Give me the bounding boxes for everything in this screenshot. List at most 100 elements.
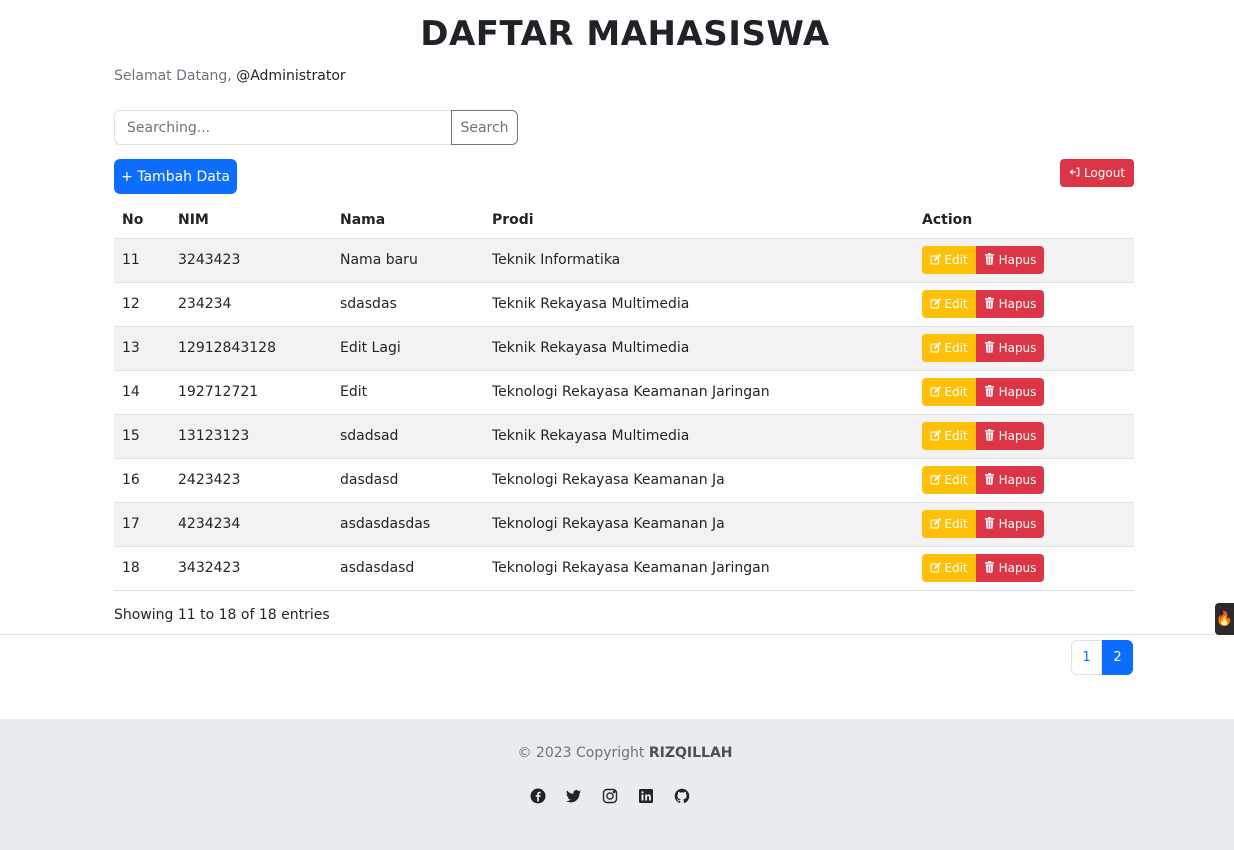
edit-label: Edit [944,297,968,311]
cell-nim: 234234 [170,282,332,327]
edit-icon [930,341,942,355]
edit-button[interactable]: Edit [922,378,976,406]
edit-label: Edit [944,253,968,267]
table-row: 18 3432423 asdasdasd Teknologi Rekayasa Kea… [114,546,1134,591]
hapus-label: Hapus [998,253,1037,267]
trash-icon [984,429,995,443]
edit-label: Edit [944,429,968,443]
table-row: 12 234234 sdasdas Teknik Rekayasa Multimedi… [114,282,1134,327]
table-row: 13 12912843128 Edit Lagi Teknik Rekayasa Mu… [114,326,1134,371]
cell-nama: Edit [332,370,484,415]
trash-icon [984,517,995,531]
cell-prodi: Teknologi Rekayasa Keamanan Ja [484,458,914,503]
delete-button[interactable]: Hapus [976,378,1044,406]
divider [0,634,1234,635]
cell-action: Edit Hapus [914,546,1134,591]
footer: © 2023 Copyright RIZQILLAH [0,719,1234,850]
instagram-icon[interactable] [602,788,618,804]
delete-button[interactable]: Hapus [976,334,1044,362]
delete-button[interactable]: Hapus [976,290,1044,318]
cell-no: 18 [114,546,170,591]
column-header-no: No [114,202,170,239]
row-actions: Edit Hapus [922,466,1134,494]
cell-action: Edit Hapus [914,502,1134,547]
delete-button[interactable]: Hapus [976,246,1044,274]
cell-no: 12 [114,282,170,327]
trash-icon [984,561,995,575]
cell-no: 15 [114,414,170,459]
edit-button[interactable]: Edit [922,422,976,450]
edit-button[interactable]: Edit [922,510,976,538]
cell-no: 11 [114,238,170,283]
edit-button[interactable]: Edit [922,466,976,494]
cell-no: 14 [114,370,170,415]
cell-nim: 3243423 [170,238,332,283]
table-row: 16 2423423 dasdasd Teknologi Rekayasa Keama… [114,458,1134,503]
trash-icon [984,297,995,311]
delete-button[interactable]: Hapus [976,554,1044,582]
table-header-row: No NIM Nama Prodi Action [114,202,1134,239]
hapus-label: Hapus [998,429,1037,443]
cell-nama: Nama baru [332,238,484,283]
cell-action: Edit Hapus [914,326,1134,371]
table-row: 17 4234234 asdasdasdas Teknologi Rekayasa K… [114,502,1134,547]
cell-nim: 12912843128 [170,326,332,371]
delete-button[interactable]: Hapus [976,422,1044,450]
row-actions: Edit Hapus [922,422,1134,450]
cell-action: Edit Hapus [914,414,1134,459]
edit-button[interactable]: Edit [922,554,976,582]
page-link-1[interactable]: 1 [1071,640,1102,675]
search-button[interactable]: Search [451,110,518,145]
delete-button[interactable]: Hapus [976,466,1044,494]
row-actions: Edit Hapus [922,554,1134,582]
logout-button[interactable]: Logout [1060,159,1134,187]
logout-label: Logout [1083,166,1126,180]
pagination: 1 2 [1071,640,1133,675]
twitter-icon[interactable] [566,788,582,804]
cell-nim: 2423423 [170,458,332,503]
welcome-prefix: Selamat Datang, [114,68,237,84]
cell-prodi: Teknologi Rekayasa Keamanan Jaringan [484,546,914,591]
row-actions: Edit Hapus [922,246,1134,274]
linkedin-icon[interactable] [638,788,654,804]
logout-icon [1069,166,1081,180]
delete-button[interactable]: Hapus [976,510,1044,538]
column-header-prodi: Prodi [484,202,914,239]
edit-label: Edit [944,561,968,575]
add-data-button[interactable]: + Tambah Data [114,159,237,194]
hapus-label: Hapus [998,341,1037,355]
hapus-label: Hapus [998,561,1037,575]
hapus-label: Hapus [998,517,1037,531]
cell-nama: sdasdas [332,282,484,327]
hapus-label: Hapus [998,473,1037,487]
edit-icon [930,473,942,487]
edit-button[interactable]: Edit [922,290,976,318]
cell-no: 16 [114,458,170,503]
welcome-message: Selamat Datang, @Administrator [114,68,346,84]
search-input[interactable] [114,110,451,145]
page-link-2[interactable]: 2 [1102,640,1133,675]
cell-nim: 4234234 [170,502,332,547]
cell-nama: Edit Lagi [332,326,484,371]
table-row: 11 3243423 Nama baru Teknik Informatika Edit… [114,238,1134,283]
cell-prodi: Teknik Rekayasa Multimedia [484,282,914,327]
entries-info: Showing 11 to 18 of 18 entries [114,607,330,623]
cell-no: 17 [114,502,170,547]
github-icon[interactable] [674,788,690,804]
copyright-text: © 2023 Copyright RIZQILLAH [0,745,1234,761]
page-title: DAFTAR MAHASISWA [420,14,830,54]
edit-button[interactable]: Edit [922,334,976,362]
row-actions: Edit Hapus [922,290,1134,318]
cell-nama: sdadsad [332,414,484,459]
edit-label: Edit [944,341,968,355]
facebook-icon[interactable] [530,788,546,804]
side-widget-tab[interactable]: 🔥 [1215,603,1234,635]
row-actions: Edit Hapus [922,334,1134,362]
table-row: 14 192712721 Edit Teknologi Rekayasa Keaman… [114,370,1134,415]
edit-button[interactable]: Edit [922,246,976,274]
edit-icon [930,561,942,575]
column-header-nim: NIM [170,202,332,239]
column-header-action: Action [914,202,1134,239]
cell-action: Edit Hapus [914,238,1134,283]
search-form: Search [114,110,518,145]
